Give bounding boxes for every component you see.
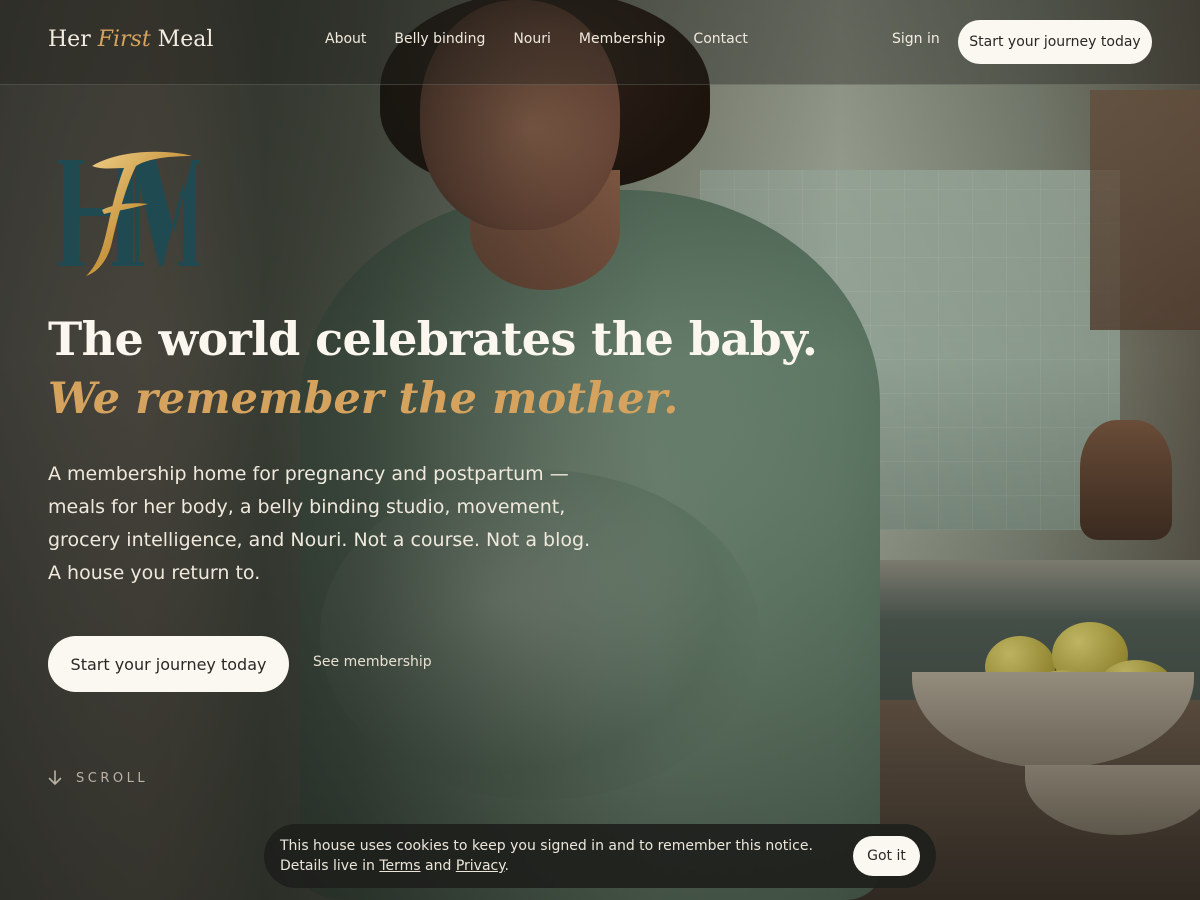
hero-background-photo — [0, 0, 1200, 900]
nav-start-journey-button[interactable]: Start your journey today — [958, 20, 1152, 64]
hero-title: The world celebrates the baby. — [48, 312, 818, 366]
cookie-end: . — [504, 858, 509, 874]
see-membership-link[interactable]: See membership — [313, 654, 432, 670]
nav-link-nouri[interactable]: Nouri — [513, 31, 551, 47]
nav-link-contact[interactable]: Contact — [693, 31, 747, 47]
cookie-accept-button[interactable]: Got it — [853, 836, 920, 876]
cookie-banner: This house uses cookies to keep you sign… — [264, 824, 936, 888]
cookie-and: and — [420, 858, 456, 874]
readability-overlay — [0, 0, 1200, 900]
hero-subtitle: We remember the mother. — [48, 374, 679, 424]
nav-link-belly-binding[interactable]: Belly binding — [394, 31, 485, 47]
brand-wordmark[interactable]: Her First Meal — [48, 27, 213, 52]
top-nav: Her First Meal About Belly binding Nouri… — [0, 0, 1200, 85]
hero-lead-line: A house you return to. — [48, 562, 261, 584]
hero-lead-line: meals for her body, a belly binding stud… — [48, 496, 566, 518]
nav-link-about[interactable]: About — [325, 31, 366, 47]
hero-start-journey-button[interactable]: Start your journey today — [48, 636, 289, 692]
hero-lead-line: grocery intelligence, and Nouri. Not a c… — [48, 529, 591, 551]
scroll-label: SCROLL — [76, 770, 149, 786]
hfm-monogram-logo — [58, 151, 200, 276]
sign-in-link[interactable]: Sign in — [892, 31, 940, 47]
arrow-down-icon — [48, 770, 62, 785]
nav-link-membership[interactable]: Membership — [579, 31, 666, 47]
brand-part2: Meal — [150, 27, 214, 52]
terms-link[interactable]: Terms — [379, 858, 420, 874]
hero-lead: A membership home for pregnancy and post… — [48, 458, 591, 590]
scroll-indicator[interactable]: SCROLL — [48, 770, 148, 786]
cookie-message: This house uses cookies to keep you sign… — [280, 838, 813, 874]
cookie-text: This house uses cookies to keep you sign… — [280, 836, 840, 876]
privacy-link[interactable]: Privacy — [456, 858, 505, 874]
brand-part1: Her — [48, 27, 98, 52]
hero-lead-line: A membership home for pregnancy and post… — [48, 463, 569, 485]
brand-accent: First — [97, 27, 151, 52]
nav-links: About Belly binding Nouri Membership Con… — [325, 31, 748, 47]
